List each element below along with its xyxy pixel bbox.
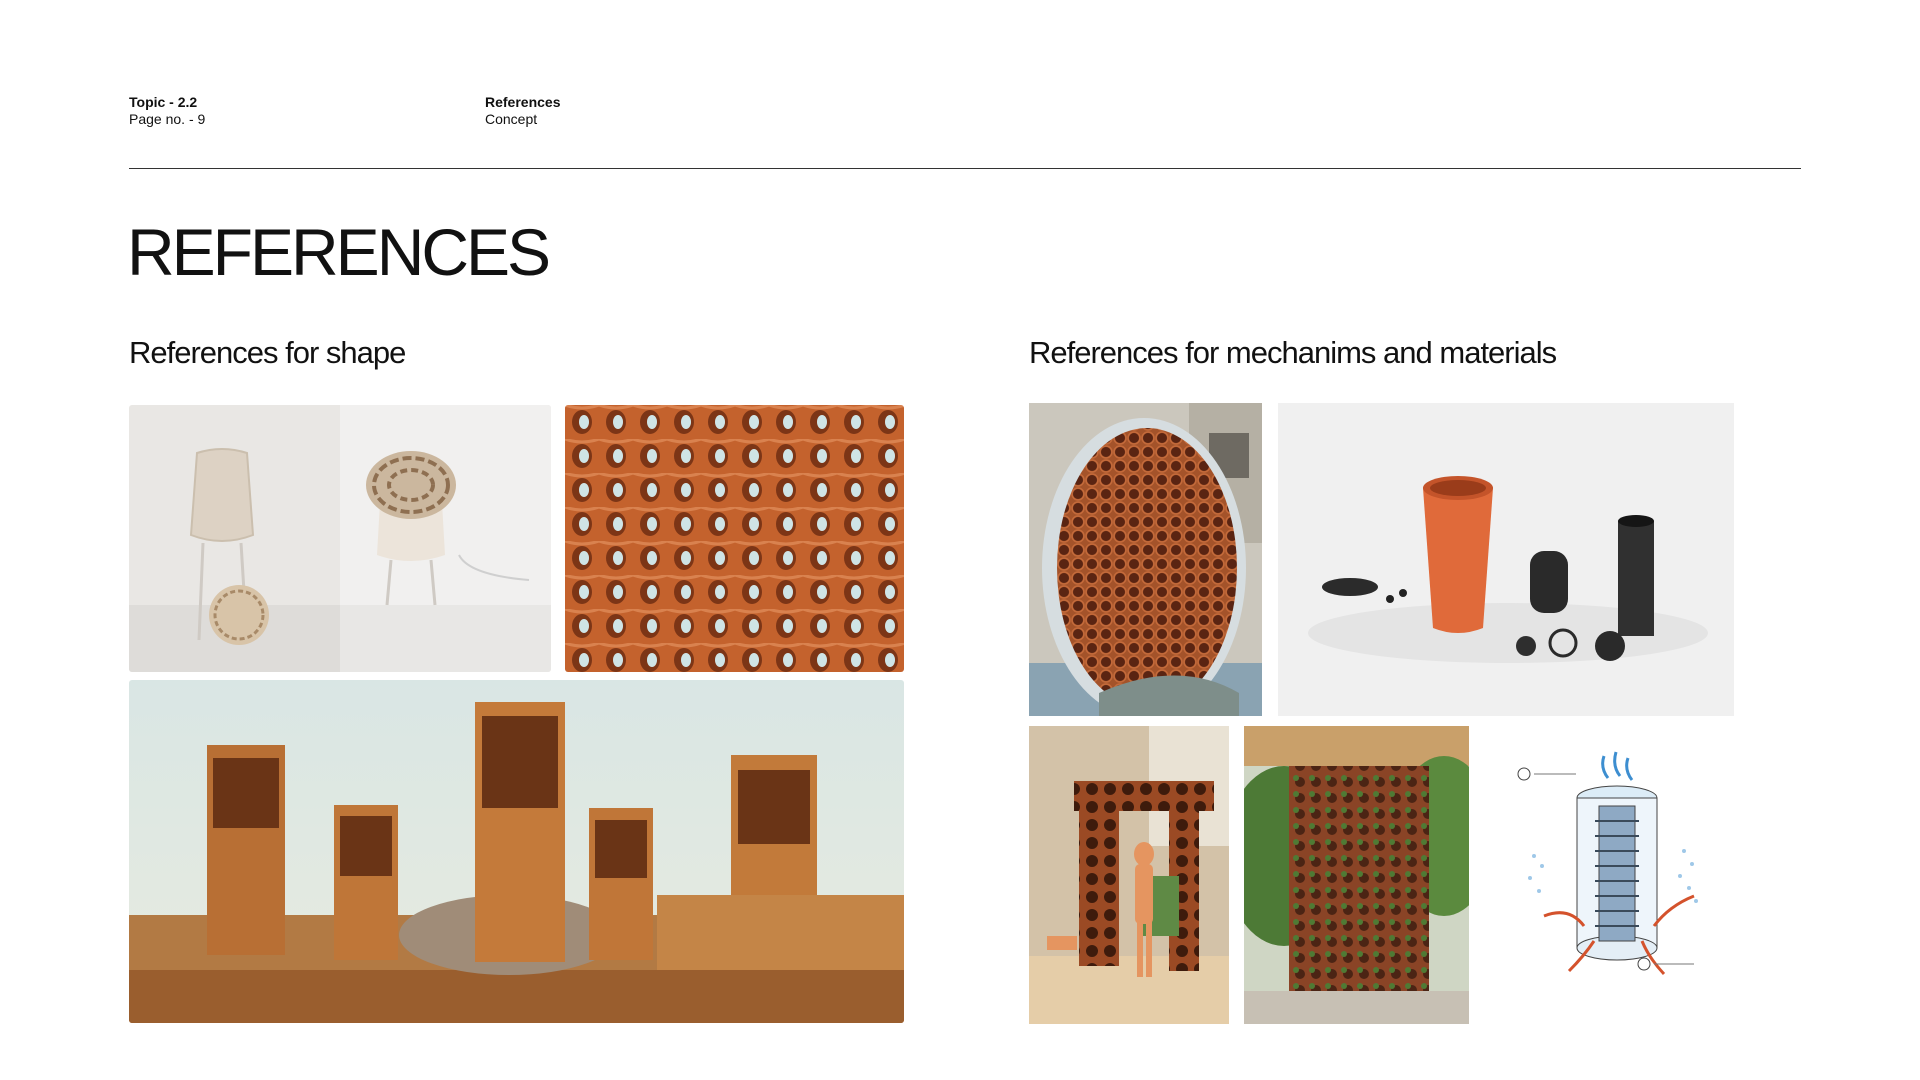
- page-title: REFERENCES: [127, 215, 551, 289]
- windcatchers-image: [129, 680, 904, 1023]
- terracotta-cooler-image: [1029, 403, 1262, 716]
- subsection-label: Concept: [485, 111, 538, 127]
- mechanisms-heading: References for mechanims and materials: [1029, 335, 1557, 370]
- section-info: References Concept: [485, 94, 561, 128]
- ceramic-lamp-image: [129, 405, 551, 672]
- page-number: Page no. - 9: [129, 111, 206, 127]
- terracotta-wall-image: [565, 405, 904, 672]
- cooling-diagram-image: [1484, 726, 1734, 1024]
- product-render-image: [1278, 403, 1734, 716]
- shape-heading: References for shape: [129, 335, 406, 370]
- topic-label: Topic - 2.2: [129, 94, 198, 110]
- section-label: References: [485, 94, 561, 110]
- green-wall-image: [1244, 726, 1469, 1024]
- topic-info: Topic - 2.2 Page no. - 9: [129, 94, 205, 128]
- scale-model-image: [1029, 726, 1229, 1024]
- header-divider: [129, 168, 1801, 169]
